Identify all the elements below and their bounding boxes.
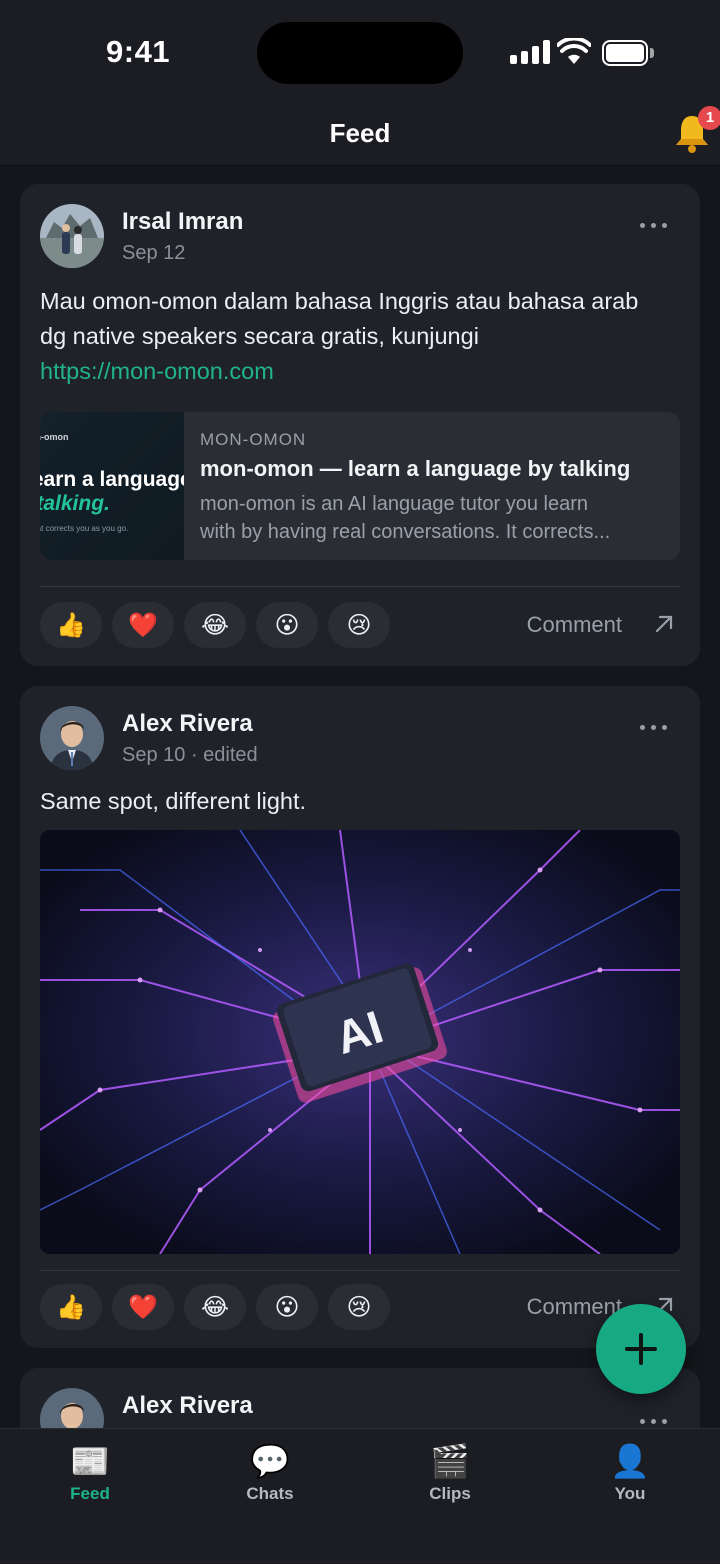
heart-reaction-button[interactable]: ❤️ — [112, 602, 174, 648]
thumbnail-brand: mon-omon — [40, 432, 69, 442]
author-name[interactable]: Irsal Imran — [122, 208, 243, 236]
tab-bar: 📰 Feed 💬 Chats 🎬 Clips 👤 You — [0, 1428, 720, 1564]
status-bar: 9:41 — [0, 0, 720, 104]
avatar[interactable] — [40, 706, 104, 770]
tab-label: You — [614, 1484, 646, 1503]
sad-reaction-button[interactable]: 😢 — [328, 602, 390, 648]
more-options-icon[interactable] — [640, 722, 670, 732]
post-text-line: Mau omon-omon dalam bahasa Inggris atau … — [40, 288, 639, 314]
laugh-reaction-button[interactable]: 😂 — [184, 602, 246, 648]
tab-chats[interactable]: 💬 Chats — [180, 1429, 360, 1529]
wow-reaction-button[interactable]: 😮 — [256, 1284, 318, 1330]
tab-you[interactable]: 👤 You — [540, 1429, 720, 1529]
divider — [40, 586, 680, 587]
dynamic-island — [257, 22, 463, 84]
tab-label: Chats — [246, 1484, 294, 1503]
link-preview-title: mon-omon — learn a language by talking — [200, 456, 631, 481]
sad-reaction-button[interactable]: 😢 — [328, 1284, 390, 1330]
laugh-reaction-button[interactable]: 😂 — [184, 1284, 246, 1330]
post-text: Same spot, different light. — [40, 788, 307, 814]
cellular-signal-icon — [510, 40, 550, 64]
person-icon: 👤 — [610, 1442, 650, 1480]
post-text: Mau omon-omon dalam bahasa Inggris atau … — [40, 284, 680, 389]
create-post-button[interactable] — [596, 1304, 686, 1394]
more-options-icon[interactable] — [640, 220, 670, 230]
newspaper-icon: 📰 — [70, 1442, 110, 1480]
thumbnail-headline-accent: by talking. — [40, 492, 110, 515]
post-card: Irsal Imran Sep 12 Mau omon-omon dalam b… — [20, 184, 700, 666]
wow-reaction-button[interactable]: 😮 — [256, 602, 318, 648]
notification-badge: 1 — [698, 106, 720, 130]
reaction-bar: 👍 ❤️ 😂 😮 😢 — [40, 602, 440, 648]
chat-bubble-icon: 💬 — [250, 1442, 290, 1480]
post-date: Sep 12 — [122, 242, 186, 264]
link-preview[interactable]: mon-omon learn a language by talking. AI… — [40, 412, 680, 560]
avatar[interactable] — [40, 204, 104, 268]
avatar[interactable] — [40, 1388, 104, 1428]
clapperboard-icon: 🎬 — [430, 1442, 470, 1480]
post-link[interactable]: https://mon-omon.com — [40, 354, 680, 389]
comment-button[interactable]: Comment — [527, 612, 622, 638]
page-title: Feed — [329, 118, 391, 148]
author-name[interactable]: Alex Rivera — [122, 1392, 253, 1420]
post-image[interactable]: AI — [40, 830, 680, 1254]
status-time: 9:41 — [106, 34, 171, 69]
share-icon[interactable] — [652, 612, 676, 636]
tab-label: Feed — [70, 1484, 110, 1503]
description-line: with by having real conversations. It co… — [200, 521, 611, 543]
link-preview-thumbnail: mon-omon learn a language by talking. AI… — [40, 412, 184, 560]
heart-reaction-button[interactable]: ❤️ — [112, 1284, 174, 1330]
app-header: Feed — [0, 104, 720, 166]
thumbnail-headline: learn a language — [40, 468, 184, 491]
plus-icon — [625, 1333, 657, 1365]
battery-icon — [602, 40, 654, 66]
author-name[interactable]: Alex Rivera — [122, 710, 253, 738]
thumbnail-caption: AI tutor that corrects you as you go. — [40, 524, 129, 533]
like-reaction-button[interactable]: 👍 — [40, 602, 102, 648]
reaction-bar: 👍 ❤️ 😂 😮 😢 — [40, 1284, 440, 1330]
description-line: mon-omon is an AI language tutor you lea… — [200, 493, 589, 515]
tab-clips[interactable]: 🎬 Clips — [360, 1429, 540, 1529]
more-options-icon[interactable] — [640, 1416, 670, 1426]
link-preview-site: MON-OMON — [200, 430, 307, 449]
post-text-line: dg native speakers secara gratis, kunjun… — [40, 323, 479, 349]
post-card: Alex Rivera Sep 10 · edited Same spot, d… — [20, 686, 700, 1348]
tab-label: Clips — [429, 1484, 471, 1503]
tab-feed[interactable]: 📰 Feed — [0, 1429, 180, 1529]
divider — [40, 1270, 680, 1271]
like-reaction-button[interactable]: 👍 — [40, 1284, 102, 1330]
post-date: Sep 10 · edited — [122, 744, 258, 766]
link-preview-description: mon-omon is an AI language tutor you lea… — [200, 490, 662, 546]
wifi-icon — [557, 38, 591, 64]
